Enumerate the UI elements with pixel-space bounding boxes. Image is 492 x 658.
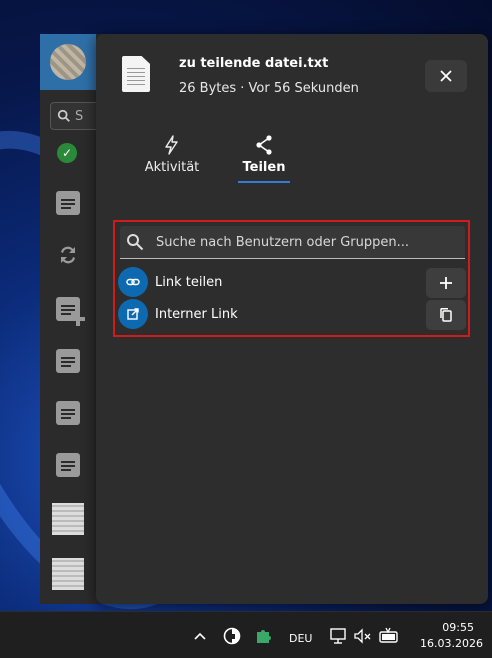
copy-internal-link-button[interactable] bbox=[426, 300, 466, 330]
file-meta: 26 Bytes · Vor 56 Sekunden bbox=[179, 81, 359, 96]
security-icon[interactable] bbox=[222, 626, 242, 646]
sync-ok-icon: ✓ bbox=[57, 143, 77, 163]
share-link-label: Link teilen bbox=[155, 274, 223, 290]
network-icon[interactable] bbox=[329, 626, 349, 646]
language-indicator[interactable]: DEU bbox=[289, 628, 312, 648]
share-link-row[interactable]: Link teilen bbox=[118, 266, 468, 298]
external-link-icon bbox=[118, 299, 148, 329]
internal-link-row[interactable]: Interner Link bbox=[118, 298, 468, 330]
search-icon bbox=[127, 234, 144, 251]
sharee-search-input[interactable] bbox=[156, 234, 456, 250]
close-button[interactable] bbox=[425, 60, 467, 92]
chevron-up-icon[interactable] bbox=[192, 626, 208, 646]
tab-activity-label: Aktivität bbox=[144, 160, 200, 175]
document-icon[interactable] bbox=[56, 349, 80, 373]
battery-icon[interactable] bbox=[378, 626, 400, 646]
internal-link-label: Interner Link bbox=[155, 306, 238, 322]
tab-active-indicator bbox=[238, 181, 290, 183]
clock[interactable]: 09:55 16.03.2026 bbox=[420, 620, 483, 652]
file-thumbnail[interactable] bbox=[52, 503, 84, 535]
refresh-icon[interactable] bbox=[56, 243, 80, 267]
avatar[interactable] bbox=[40, 34, 96, 90]
share-icon bbox=[256, 135, 272, 155]
share-section: Link teilen Interner Link bbox=[113, 220, 470, 337]
volume-muted-icon[interactable] bbox=[353, 626, 373, 646]
search-icon bbox=[57, 109, 70, 122]
lightning-icon bbox=[165, 135, 178, 155]
file-name: zu teilende datei.txt bbox=[179, 56, 329, 71]
text-file-icon bbox=[122, 56, 150, 92]
copy-icon bbox=[440, 307, 452, 322]
clock-date: 16.03.2026 bbox=[420, 637, 483, 650]
document-icon[interactable] bbox=[56, 401, 80, 425]
plus-icon bbox=[71, 312, 85, 326]
tab-share[interactable]: Teilen bbox=[238, 134, 290, 183]
sharee-search[interactable] bbox=[120, 226, 465, 259]
sidebar-search-text: S bbox=[75, 108, 84, 124]
file-thumbnail[interactable] bbox=[52, 558, 84, 590]
add-share-link-button[interactable] bbox=[426, 268, 466, 298]
clock-time: 09:55 bbox=[442, 621, 474, 634]
taskbar: DEU 09:55 16.03.2026 bbox=[0, 611, 492, 658]
close-icon bbox=[440, 70, 452, 82]
tab-share-label: Teilen bbox=[242, 160, 286, 175]
sidebar-search[interactable]: S bbox=[50, 102, 100, 130]
plus-icon bbox=[440, 277, 452, 289]
tab-activity[interactable]: Aktivität bbox=[140, 134, 204, 175]
link-icon bbox=[118, 267, 148, 297]
share-dialog: zu teilende datei.txt 26 Bytes · Vor 56 … bbox=[96, 34, 488, 604]
puzzle-icon[interactable] bbox=[254, 626, 274, 646]
document-icon[interactable] bbox=[56, 453, 80, 477]
document-sync-icon[interactable] bbox=[56, 191, 80, 215]
